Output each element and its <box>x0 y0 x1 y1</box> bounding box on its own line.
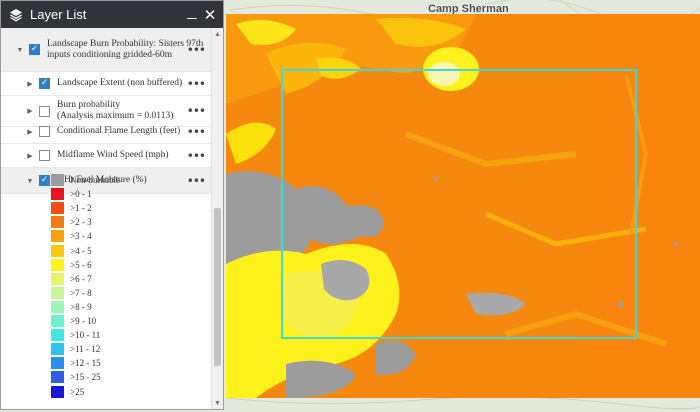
legend-label: >3 - 4 <box>70 231 92 242</box>
panel-header: Layer List _ ✕ <box>1 1 223 28</box>
expand-arrow-icon[interactable]: ▶ <box>25 107 35 115</box>
legend-item: >6 - 7 <box>51 272 92 286</box>
more-options-icon[interactable]: ••• <box>187 43 206 57</box>
landscape-extent-outline <box>281 69 637 339</box>
legend-item: >12 - 15 <box>51 356 101 370</box>
layer-label: Midflame Wind Speed (mph) <box>57 150 169 160</box>
layer-item-burn-probability-group[interactable]: ▼ ✓ Landscape Burn Probability: Sisters … <box>1 28 211 72</box>
legend-label: >1 - 2 <box>70 203 92 214</box>
collapse-arrow-icon[interactable]: ▼ <box>15 46 25 54</box>
legend-item: >25 <box>51 385 84 399</box>
panel-title: Layer List <box>30 7 87 22</box>
legend-swatch <box>51 258 64 271</box>
legend-label: >25 <box>70 386 85 397</box>
layer-checkbox[interactable]: ✓ <box>39 175 50 186</box>
legend-label: >4 - 5 <box>70 245 92 256</box>
layer-label: Conditional Flame Length (feet) <box>57 126 181 136</box>
legend-item: Non-burnable <box>51 173 120 187</box>
layer-checkbox[interactable] <box>39 126 50 137</box>
layer-list-panel: Layer List _ ✕ ▼ ✓ Landscape Burn Probab… <box>0 0 224 410</box>
scrollbar-thumb[interactable] <box>214 208 221 366</box>
legend-swatch <box>51 300 64 313</box>
expand-arrow-icon[interactable]: ▶ <box>25 80 35 88</box>
legend-label: >0 - 1 <box>70 189 92 200</box>
scroll-down-icon[interactable]: ▼ <box>212 399 223 407</box>
expand-arrow-icon[interactable]: ▶ <box>25 152 35 160</box>
legend-label: >7 - 8 <box>70 287 92 298</box>
legend-item: >1 - 2 <box>51 201 92 215</box>
legend-label: Non-burnable <box>70 175 120 185</box>
legend-swatch <box>51 329 64 342</box>
legend-swatch <box>51 343 64 356</box>
close-button[interactable]: ✕ <box>201 6 219 24</box>
legend-item: >4 - 5 <box>51 244 92 258</box>
legend-label: >15 - 25 <box>70 372 101 383</box>
legend-item: >7 - 8 <box>51 286 92 300</box>
expand-arrow-icon[interactable]: ▶ <box>25 128 35 136</box>
legend-swatch <box>51 230 64 243</box>
legend-swatch <box>51 216 64 229</box>
layer-checkbox[interactable] <box>39 105 50 117</box>
legend-swatch <box>51 272 64 285</box>
more-options-icon[interactable]: ••• <box>187 77 206 91</box>
more-options-icon[interactable]: ••• <box>187 125 206 139</box>
more-options-icon[interactable]: ••• <box>187 104 206 118</box>
minimize-button[interactable]: _ <box>183 3 201 23</box>
legend-swatch <box>51 188 64 201</box>
more-options-icon[interactable]: ••• <box>187 174 206 188</box>
legend-label: >9 - 10 <box>70 316 97 326</box>
layer-label: Landscape Burn Probability: Sisters 97th… <box>47 38 204 60</box>
layer-item-flame-length[interactable]: ▶ Conditional Flame Length (feet) ••• <box>1 120 211 144</box>
legend-item: >10 - 11 <box>51 328 100 342</box>
legend-label: >12 - 15 <box>70 358 101 369</box>
panel-scrollbar[interactable]: ▲ ▼ <box>211 28 223 409</box>
layer-label: Landscape Extent (non buffered) <box>57 78 183 88</box>
legend-item: >0 - 1 <box>51 187 92 201</box>
legend-label: >8 - 9 <box>70 301 92 312</box>
legend-label: >5 - 6 <box>70 259 92 270</box>
layer-list: ▼ ✓ Landscape Burn Probability: Sisters … <box>1 28 211 409</box>
layer-checkbox[interactable] <box>39 150 50 161</box>
legend-item: >9 - 10 <box>51 314 96 328</box>
layer-label: Burn probability (Analysis maximum = 0.01… <box>57 100 174 121</box>
legend-label: >6 - 7 <box>70 273 92 284</box>
layer-checkbox[interactable]: ✓ <box>39 78 50 89</box>
legend-item: >8 - 9 <box>51 300 92 314</box>
layer-item-wind-speed[interactable]: ▶ Midflame Wind Speed (mph) ••• <box>1 144 211 168</box>
legend-swatch <box>51 202 64 215</box>
layer-item-landscape-extent[interactable]: ▶ ✓ Landscape Extent (non buffered) ••• <box>1 72 211 96</box>
legend-item: >3 - 4 <box>51 229 92 243</box>
legend-label: >10 - 11 <box>70 330 101 341</box>
legend-item: >5 - 6 <box>51 258 92 272</box>
legend-swatch <box>51 357 64 370</box>
legend-swatch <box>51 244 64 257</box>
legend-label: >11 - 12 <box>70 344 101 355</box>
more-options-icon[interactable]: ••• <box>187 149 206 163</box>
layers-icon <box>10 8 22 21</box>
layer-checkbox[interactable]: ✓ <box>29 44 40 55</box>
legend-item: >2 - 3 <box>51 215 92 229</box>
legend-swatch <box>51 371 64 384</box>
legend-swatch <box>51 174 64 186</box>
legend-swatch <box>51 385 64 398</box>
legend-item: >15 - 25 <box>51 370 101 384</box>
legend-swatch <box>51 286 64 299</box>
scroll-up-icon[interactable]: ▲ <box>212 30 223 38</box>
collapse-arrow-icon[interactable]: ▼ <box>25 177 35 185</box>
legend-label: >2 - 3 <box>70 217 92 228</box>
legend-item: >11 - 12 <box>51 342 100 356</box>
legend-swatch <box>51 315 64 327</box>
